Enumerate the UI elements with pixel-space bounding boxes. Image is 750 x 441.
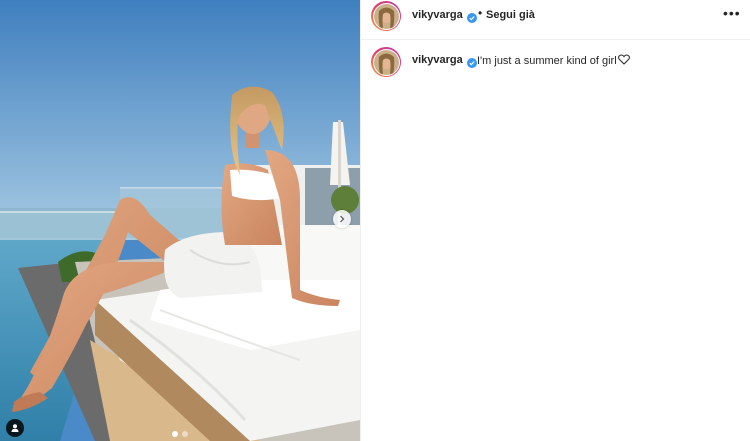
- caption-text: I'm just a summer kind of girl: [477, 55, 617, 67]
- author-username[interactable]: vikyvarga: [412, 9, 463, 21]
- tagged-users-button[interactable]: [6, 419, 24, 437]
- caption-author-avatar[interactable]: [371, 47, 401, 77]
- verified-badge-wrap: [464, 9, 477, 27]
- verified-badge-icon: [467, 58, 477, 68]
- user-tag-icon: [11, 424, 19, 432]
- carousel-dot-2: [182, 431, 188, 437]
- follow-status-button[interactable]: Segui già: [486, 9, 535, 21]
- caption-text-line: I'm just a summer kind of girl: [477, 54, 630, 67]
- verified-badge-icon: [467, 13, 477, 23]
- post-header: vikyvarga • Segui già •••: [361, 0, 750, 40]
- caption-verified-wrap: [464, 54, 477, 72]
- chevron-right-icon: [340, 215, 345, 223]
- carousel-indicator: [0, 431, 360, 437]
- post-details-panel: vikyvarga • Segui già ••• vikyvarga I'm …: [360, 0, 750, 441]
- header-separator: •: [478, 6, 483, 20]
- instagram-post: vikyvarga • Segui già ••• vikyvarga I'm …: [0, 0, 750, 441]
- post-image: [0, 0, 360, 441]
- carousel-dot-1: [172, 431, 178, 437]
- heart-outline-icon: [617, 54, 630, 65]
- author-avatar[interactable]: [371, 1, 401, 31]
- avatar-image: [373, 49, 399, 75]
- more-horizontal-icon[interactable]: •••: [723, 5, 741, 21]
- caption-username[interactable]: vikyvarga: [412, 54, 463, 66]
- carousel-next-button[interactable]: [333, 210, 351, 228]
- post-photo[interactable]: [0, 0, 360, 441]
- avatar-image: [373, 3, 399, 29]
